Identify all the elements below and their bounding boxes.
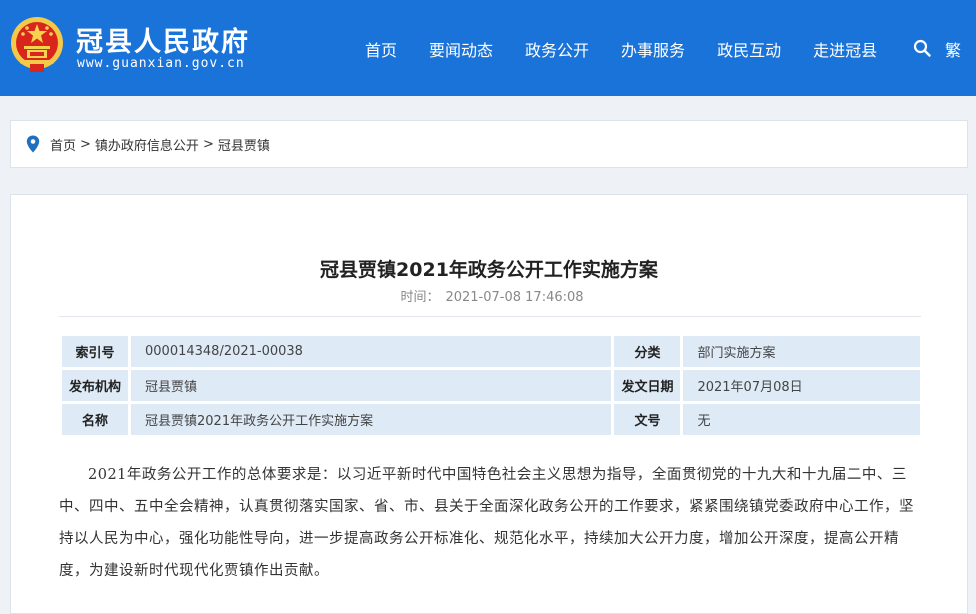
nav-item-about[interactable]: 走进冠县 <box>813 37 877 61</box>
nav-item-home[interactable]: 首页 <box>365 37 397 61</box>
table-row: 名称 冠县贾镇2021年政务公开工作实施方案 文号 无 <box>62 404 920 435</box>
doc-number-label: 文号 <box>614 404 681 435</box>
publisher-value: 冠县贾镇 <box>131 370 612 401</box>
publisher-label: 发布机构 <box>62 370 128 401</box>
traditional-chinese-toggle[interactable]: 繁 <box>945 37 961 61</box>
main-nav: 首页 要闻动态 政务公开 办事服务 政民互动 走进冠县 <box>350 37 909 61</box>
table-row: 索引号 000014348/2021-00038 分类 部门实施方案 <box>62 336 920 367</box>
site-domain: www.guanxian.gov.cn <box>77 56 245 71</box>
divider <box>59 316 921 317</box>
nav-item-services[interactable]: 办事服务 <box>621 37 685 61</box>
issue-date-label: 发文日期 <box>614 370 681 401</box>
nav-item-interaction[interactable]: 政民互动 <box>717 37 781 61</box>
article-panel: 冠县贾镇2021年政务公开工作实施方案 时间： 2021-07-08 17:46:… <box>10 194 968 614</box>
search-icon[interactable] <box>913 39 931 57</box>
breadcrumb-town-info[interactable]: 镇办政府信息公开 <box>95 135 199 154</box>
breadcrumb-separator: > <box>80 136 91 152</box>
location-pin-icon <box>26 135 40 153</box>
document-meta-table: 索引号 000014348/2021-00038 分类 部门实施方案 发布机构 … <box>59 333 923 438</box>
article-body: 2021年政务公开工作的总体要求是：以习近平新时代中国特色社会主义思想为指导，全… <box>59 467 914 579</box>
article-title: 冠县贾镇2021年政务公开工作实施方案 <box>320 259 658 281</box>
national-emblem-icon[interactable] <box>10 16 64 74</box>
table-row: 发布机构 冠县贾镇 发文日期 2021年07月08日 <box>62 370 920 401</box>
time-label: 时间： <box>400 290 440 305</box>
doc-name-value: 冠县贾镇2021年政务公开工作实施方案 <box>131 404 612 435</box>
doc-name-label: 名称 <box>62 404 128 435</box>
article-time: 时间： 2021-07-08 17:46:08 <box>11 286 967 305</box>
nav-item-gov-open[interactable]: 政务公开 <box>525 37 589 61</box>
issue-date-value: 2021年07月08日 <box>683 370 920 401</box>
doc-number-value: 无 <box>683 404 920 435</box>
index-number-label: 索引号 <box>62 336 128 367</box>
category-value: 部门实施方案 <box>683 336 920 367</box>
time-value: 2021-07-08 17:46:08 <box>445 290 584 305</box>
breadcrumb: 首页 > 镇办政府信息公开 > 冠县贾镇 <box>10 120 968 168</box>
breadcrumb-separator: > <box>202 136 214 152</box>
site-header: 冠县人民政府 www.guanxian.gov.cn 首页 要闻动态 政务公开 … <box>0 0 976 96</box>
index-number-value: 000014348/2021-00038 <box>131 336 612 367</box>
nav-item-news[interactable]: 要闻动态 <box>429 37 493 61</box>
breadcrumb-jia-town[interactable]: 冠县贾镇 <box>218 135 270 154</box>
category-label: 分类 <box>614 336 681 367</box>
breadcrumb-home[interactable]: 首页 <box>50 135 76 154</box>
site-title[interactable]: 冠县人民政府 <box>76 20 250 59</box>
